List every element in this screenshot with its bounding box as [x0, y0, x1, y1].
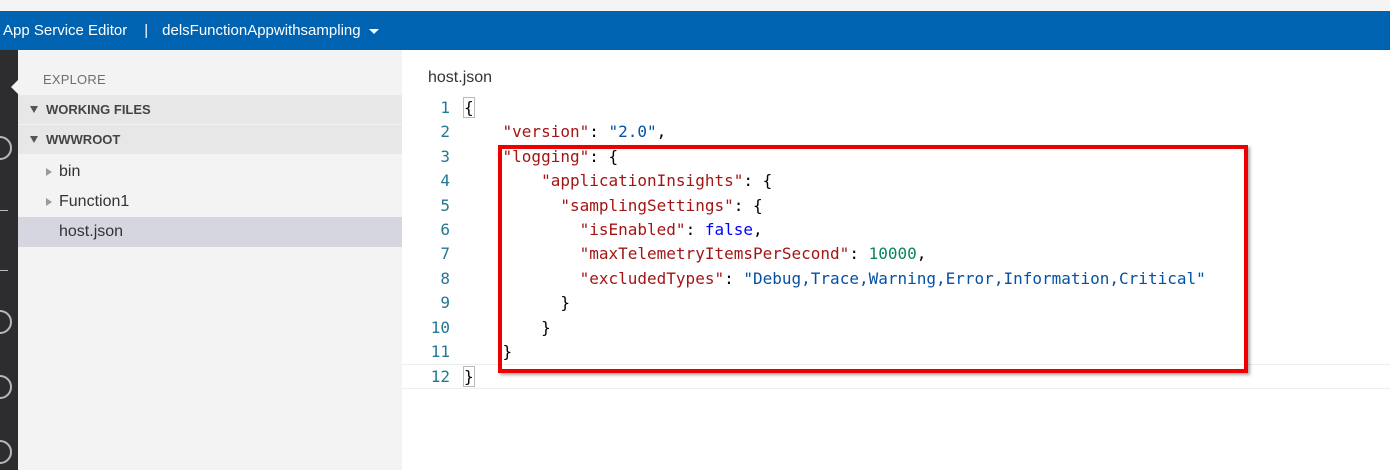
code-line[interactable]: 3 "logging": { — [402, 145, 1390, 169]
code-line[interactable]: 1{ — [402, 96, 1390, 120]
line-number: 9 — [440, 293, 450, 313]
code-line[interactable]: 9 } — [402, 291, 1390, 315]
wwwroot-label: WWWROOT — [46, 132, 121, 147]
line-number: 6 — [440, 220, 450, 239]
line-number: 1 — [440, 98, 450, 117]
code-line[interactable]: 8 "excludedTypes": "Debug,Trace,Warning,… — [402, 267, 1390, 291]
line-number: 7 — [440, 244, 450, 264]
line-number: 5 — [440, 195, 450, 215]
code-text: "maxTelemetryItemsPerSecond": 10000, — [579, 244, 927, 264]
code-text: "applicationInsights": { — [541, 171, 773, 191]
expand-arrow-icon — [46, 198, 52, 206]
code-text: "logging": { — [502, 146, 619, 166]
collapse-triangle-icon — [30, 106, 38, 113]
line-number: 4 — [440, 171, 450, 191]
line-number: 8 — [440, 268, 450, 288]
chevron-down-icon — [368, 29, 379, 34]
active-view-indicator — [11, 80, 18, 94]
tree-item-host-json[interactable]: host.json — [18, 217, 402, 247]
code-line[interactable]: 6 "isEnabled": false, — [402, 218, 1390, 242]
code-editor[interactable]: host.json 1{2 "version": "2.0", 3 "loggin… — [402, 50, 1390, 470]
site-name: delsFunctionAppwithsampling — [162, 22, 361, 39]
code-text: "isEnabled": false, — [579, 220, 763, 239]
console-icon[interactable] — [0, 270, 8, 271]
title-separator: | — [144, 22, 149, 39]
code-line[interactable]: 7 "maxTelemetryItemsPerSecond": 10000, — [402, 242, 1390, 266]
site-selector[interactable]: delsFunctionAppwithsampling — [162, 22, 379, 39]
run-icon[interactable] — [0, 375, 12, 399]
git-icon[interactable] — [0, 210, 8, 211]
tree-item-function1[interactable]: Function1 — [18, 187, 402, 217]
code-text: "samplingSettings": { — [560, 195, 763, 215]
line-number: 3 — [440, 146, 450, 166]
code-text: "version": "2.0", — [502, 122, 667, 142]
wwwroot-header[interactable]: WWWROOT — [18, 125, 402, 154]
collapse-triangle-icon — [30, 136, 38, 143]
app-title: App Service Editor — [3, 22, 128, 39]
output-icon[interactable] — [0, 310, 12, 334]
line-number: 11 — [430, 342, 450, 361]
activity-bar — [0, 50, 18, 470]
working-files-label: WORKING FILES — [46, 102, 151, 117]
expand-arrow-icon — [46, 168, 52, 176]
line-number: 2 — [440, 122, 450, 142]
code-line[interactable]: 4 "applicationInsights": { — [402, 169, 1390, 193]
code-line[interactable]: 12} — [402, 364, 1390, 389]
tree-item-label: Function1 — [59, 193, 130, 210]
code-text: } — [464, 317, 551, 337]
code-text: { — [463, 97, 475, 118]
code-line[interactable]: 10 } — [402, 316, 1390, 340]
tree-item-bin[interactable]: bin — [18, 157, 402, 187]
code-line[interactable]: 2 "version": "2.0", — [402, 120, 1390, 144]
explorer-title: EXPLORE — [43, 72, 106, 87]
search-icon[interactable] — [0, 136, 12, 160]
title-bar: App Service Editor | delsFunctionAppwith… — [0, 11, 1390, 50]
top-strip — [0, 0, 1390, 11]
code-line[interactable]: 11 } — [402, 340, 1390, 364]
working-files-header[interactable]: WORKING FILES — [18, 95, 402, 124]
code-text: } — [463, 366, 475, 388]
line-number: 10 — [430, 317, 450, 337]
code-line[interactable]: 5 "samplingSettings": { — [402, 194, 1390, 218]
line-number: 12 — [430, 367, 450, 387]
explorer-sidebar: EXPLORE WORKING FILES WWWROOT bin Functi… — [18, 50, 402, 470]
settings-icon[interactable] — [0, 440, 12, 464]
code-text: } — [464, 342, 513, 361]
code-text: "excludedTypes": "Debug,Trace,Warning,Er… — [579, 268, 1206, 288]
tree-item-label: host.json — [59, 223, 124, 240]
tree-item-label: bin — [59, 163, 81, 180]
editor-file-title: host.json — [428, 69, 493, 86]
code-text: } — [464, 293, 570, 313]
